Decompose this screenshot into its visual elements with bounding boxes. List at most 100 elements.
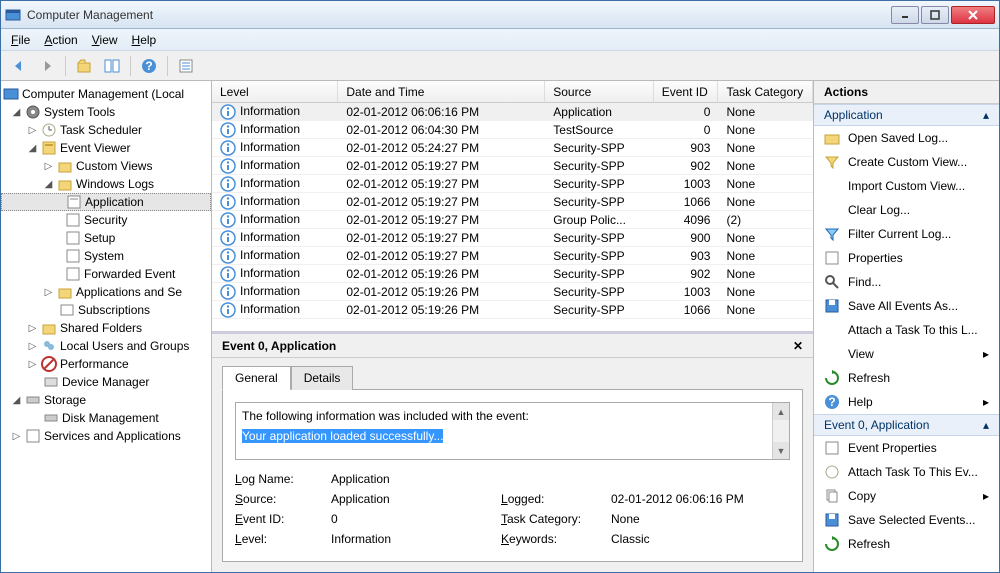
tree-performance[interactable]: ▷Performance: [1, 355, 211, 373]
val-logged: 02-01-2012 06:06:16 PM: [611, 492, 790, 506]
tree-disk-mgmt[interactable]: Disk Management: [1, 409, 211, 427]
action-save-all[interactable]: Save All Events As...: [814, 294, 999, 318]
tree-root[interactable]: Computer Management (Local: [1, 85, 211, 103]
action-view[interactable]: View▸: [814, 342, 999, 366]
tab-general[interactable]: General: [222, 366, 291, 390]
tree-security[interactable]: Security: [1, 211, 211, 229]
lbl-logname: Log Name:: [235, 472, 331, 486]
tree-system[interactable]: System: [1, 247, 211, 265]
action-attach-task-event[interactable]: Attach Task To This Ev...: [814, 460, 999, 484]
lbl-taskcat: Task Category:: [501, 512, 611, 526]
action-help[interactable]: ?Help▸: [814, 390, 999, 414]
msg-scrollbar[interactable]: ▲▼: [772, 403, 789, 459]
col-date[interactable]: Date and Time: [338, 81, 545, 102]
filter-icon: [824, 226, 840, 242]
event-grid[interactable]: Information02-01-2012 06:06:16 PMApplica…: [212, 103, 813, 331]
action-save-selected[interactable]: Save Selected Events...: [814, 508, 999, 532]
table-row[interactable]: Information02-01-2012 05:19:27 PMSecurit…: [212, 175, 813, 193]
action-filter-log[interactable]: Filter Current Log...: [814, 222, 999, 246]
col-source[interactable]: Source: [545, 81, 653, 102]
info-icon: [220, 266, 236, 282]
actions-pane: Actions Application▴ Open Saved Log... C…: [814, 81, 999, 572]
action-properties[interactable]: Properties: [814, 246, 999, 270]
col-eventid[interactable]: Event ID: [654, 81, 719, 102]
tree-device-manager[interactable]: Device Manager: [1, 373, 211, 391]
chevron-right-icon: ▸: [983, 489, 989, 503]
close-button[interactable]: [951, 6, 995, 24]
val-logname: Application: [331, 472, 790, 486]
forward-button[interactable]: [35, 54, 59, 78]
show-hide-tree-icon[interactable]: [100, 54, 124, 78]
action-refresh[interactable]: Refresh: [814, 366, 999, 390]
menu-help[interactable]: Help: [132, 33, 157, 47]
col-category[interactable]: Task Category: [718, 81, 813, 102]
table-row[interactable]: Information02-01-2012 05:19:26 PMSecurit…: [212, 265, 813, 283]
menu-view[interactable]: View: [92, 33, 118, 47]
tree-services-apps[interactable]: ▷Services and Applications: [1, 427, 211, 445]
blank-icon: [824, 202, 840, 218]
actions-section-app[interactable]: Application▴: [814, 104, 999, 126]
table-row[interactable]: Information02-01-2012 05:19:27 PMSecurit…: [212, 193, 813, 211]
properties-icon: [824, 250, 840, 266]
tree-task-scheduler[interactable]: ▷Task Scheduler: [1, 121, 211, 139]
back-button[interactable]: [7, 54, 31, 78]
navigation-tree[interactable]: Computer Management (Local ◢System Tools…: [1, 81, 212, 572]
properties-icon[interactable]: [174, 54, 198, 78]
action-find[interactable]: Find...: [814, 270, 999, 294]
blank-icon: [824, 346, 840, 362]
task-icon: [824, 464, 840, 480]
info-icon: [220, 104, 236, 120]
action-event-properties[interactable]: Event Properties: [814, 436, 999, 460]
filter-new-icon: [824, 154, 840, 170]
table-row[interactable]: Information02-01-2012 06:06:16 PMApplica…: [212, 103, 813, 121]
tree-application[interactable]: Application: [1, 193, 211, 211]
action-copy[interactable]: Copy▸: [814, 484, 999, 508]
menu-file[interactable]: File: [11, 33, 30, 47]
table-row[interactable]: Information02-01-2012 05:19:26 PMSecurit…: [212, 301, 813, 319]
event-properties-grid: Log Name:Application Source:Application …: [235, 472, 790, 546]
table-row[interactable]: Information02-01-2012 05:19:27 PMSecurit…: [212, 229, 813, 247]
up-icon[interactable]: [72, 54, 96, 78]
table-row[interactable]: Information02-01-2012 05:19:27 PMSecurit…: [212, 157, 813, 175]
tree-storage[interactable]: ◢Storage: [1, 391, 211, 409]
table-row[interactable]: Information02-01-2012 05:19:27 PMGroup P…: [212, 211, 813, 229]
chevron-up-icon: ▴: [983, 108, 989, 122]
help-icon[interactable]: ?: [137, 54, 161, 78]
action-open-saved-log[interactable]: Open Saved Log...: [814, 126, 999, 150]
chevron-up-icon: ▴: [983, 418, 989, 432]
tree-windows-logs[interactable]: ◢Windows Logs: [1, 175, 211, 193]
minimize-button[interactable]: [891, 6, 919, 24]
menu-action[interactable]: Action: [44, 33, 77, 47]
action-create-custom-view[interactable]: Create Custom View...: [814, 150, 999, 174]
action-clear-log[interactable]: Clear Log...: [814, 198, 999, 222]
tab-details[interactable]: Details: [291, 366, 354, 390]
chevron-right-icon: ▸: [983, 347, 989, 361]
app-icon: [5, 7, 21, 23]
tree-custom-views[interactable]: ▷Custom Views: [1, 157, 211, 175]
info-icon: [220, 176, 236, 192]
tree-shared-folders[interactable]: ▷Shared Folders: [1, 319, 211, 337]
tree-event-viewer[interactable]: ◢Event Viewer: [1, 139, 211, 157]
actions-section-event[interactable]: Event 0, Application▴: [814, 414, 999, 436]
table-row[interactable]: Information02-01-2012 06:04:30 PMTestSou…: [212, 121, 813, 139]
table-row[interactable]: Information02-01-2012 05:24:27 PMSecurit…: [212, 139, 813, 157]
tree-forwarded[interactable]: Forwarded Event: [1, 265, 211, 283]
tree-system-tools[interactable]: ◢System Tools: [1, 103, 211, 121]
tree-setup[interactable]: Setup: [1, 229, 211, 247]
tree-subscriptions[interactable]: Subscriptions: [1, 301, 211, 319]
action-refresh2[interactable]: Refresh: [814, 532, 999, 556]
tree-apps-services[interactable]: ▷Applications and Se: [1, 283, 211, 301]
tree-local-users[interactable]: ▷Local Users and Groups: [1, 337, 211, 355]
val-eventid: 0: [331, 512, 501, 526]
val-taskcat: None: [611, 512, 790, 526]
event-message[interactable]: The following information was included w…: [235, 402, 790, 460]
lbl-level: Level:: [235, 532, 331, 546]
maximize-button[interactable]: [921, 6, 949, 24]
action-import-custom-view[interactable]: Import Custom View...: [814, 174, 999, 198]
action-attach-task[interactable]: Attach a Task To this L...: [814, 318, 999, 342]
info-icon: [220, 158, 236, 174]
table-row[interactable]: Information02-01-2012 05:19:27 PMSecurit…: [212, 247, 813, 265]
col-level[interactable]: Level: [212, 81, 338, 102]
table-row[interactable]: Information02-01-2012 05:19:26 PMSecurit…: [212, 283, 813, 301]
detail-close-icon[interactable]: ✕: [793, 339, 803, 353]
